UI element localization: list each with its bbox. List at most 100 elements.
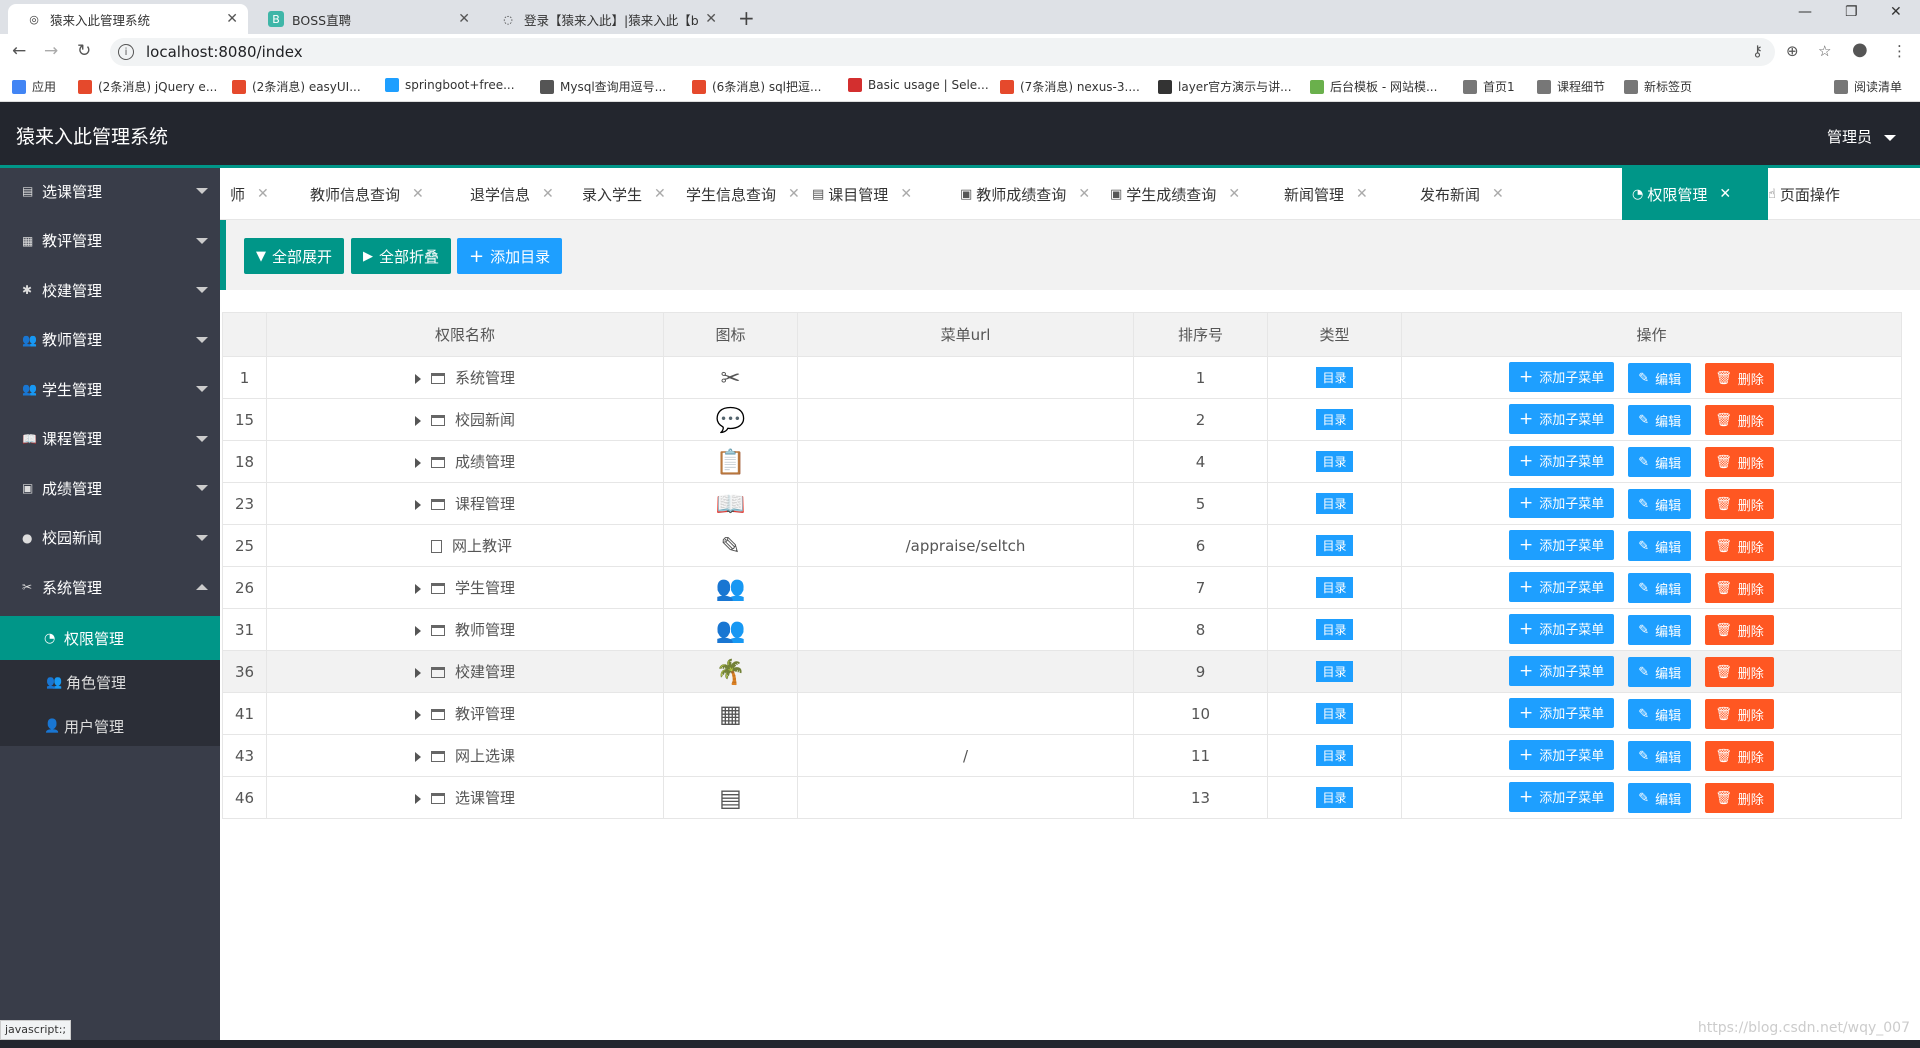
close-icon[interactable]: ✕ [705,11,717,27]
add-child-button[interactable]: + 添加子菜单 [1509,529,1615,560]
browser-tab[interactable]: B BOSS直聘 ✕ [250,4,480,34]
delete-button[interactable]: 🗑 删除 [1705,447,1774,478]
row-name-cell[interactable]: 校建管理 [266,650,664,693]
omnibox[interactable]: i localhost:8080/index [110,38,1775,66]
bookmark-item[interactable]: layer官方演示与讲... [1158,78,1292,95]
add-child-button[interactable]: + 添加子菜单 [1509,361,1615,392]
close-icon[interactable]: ✕ [1492,186,1504,202]
add-child-button[interactable]: + 添加子菜单 [1509,781,1615,812]
info-icon[interactable]: i [118,44,134,60]
bookmark-item[interactable]: springboot+free... [385,78,515,92]
menu-kebab-icon[interactable]: ⋮ [1892,42,1907,60]
bookmark-item[interactable]: Mysql查询用逗号... [540,78,666,95]
delete-button[interactable]: 🗑 删除 [1705,657,1774,688]
zoom-icon[interactable]: ⊕ [1786,42,1799,60]
close-icon[interactable]: ✕ [1356,186,1368,202]
edit-button[interactable]: ✎ 编辑 [1628,741,1692,772]
add-directory-button[interactable]: + 添加目录 [457,238,563,274]
restore-icon[interactable]: ❐ [1845,4,1858,20]
sidebar-subitem[interactable]: 👥 角色管理 [0,660,220,704]
delete-button[interactable]: 🗑 删除 [1705,615,1774,646]
bookmark-item[interactable]: Basic usage | Sele... [848,78,989,92]
close-icon[interactable]: ✕ [900,186,912,202]
bookmark-item[interactable]: 后台模板 - 网站模... [1310,78,1437,95]
edit-button[interactable]: ✎ 编辑 [1628,447,1692,478]
page-tab[interactable]: ▣ 教师成绩查询 ✕ [950,168,1100,220]
edit-button[interactable]: ✎ 编辑 [1628,573,1692,604]
row-name-cell[interactable]: 课程管理 [266,482,664,525]
close-icon[interactable]: ✕ [1078,186,1090,202]
edit-button[interactable]: ✎ 编辑 [1628,783,1692,814]
sidebar-subitem[interactable]: 👤 用户管理 [0,704,220,748]
delete-button[interactable]: 🗑 删除 [1705,489,1774,520]
edit-button[interactable]: ✎ 编辑 [1628,699,1692,730]
edit-button[interactable]: ✎ 编辑 [1628,489,1692,520]
row-name-cell[interactable]: 教评管理 [266,692,664,735]
bookmark-item[interactable]: 新标签页 [1624,78,1692,95]
bookmark-item[interactable]: 阅读清单 [1834,78,1902,95]
page-tab[interactable]: 发布新闻 ✕ [1410,168,1530,220]
sidebar-item[interactable]: ▦ 教评管理 [0,218,220,264]
close-icon[interactable]: ✕ [788,186,800,202]
delete-button[interactable]: 🗑 删除 [1705,363,1774,394]
reload-icon[interactable]: ↻ [77,41,91,61]
minimize-icon[interactable]: — [1798,4,1812,20]
bookmark-item[interactable]: (2条消息) easyUI... [232,78,361,95]
delete-button[interactable]: 🗑 删除 [1705,405,1774,436]
delete-button[interactable]: 🗑 删除 [1705,531,1774,562]
row-name-cell[interactable]: 网上教评 [266,524,664,567]
user-menu[interactable]: 管理员 [1827,126,1896,147]
expand-all-button[interactable]: ▼ 全部展开 [244,238,345,274]
page-tab[interactable]: 退学信息 ✕ [460,168,572,220]
key-icon[interactable]: ⚷ [1752,42,1763,60]
delete-button[interactable]: 🗑 删除 [1705,741,1774,772]
sidebar-item[interactable]: 👥 学生管理 [0,366,220,412]
edit-button[interactable]: ✎ 编辑 [1628,657,1692,688]
add-child-button[interactable]: + 添加子菜单 [1509,739,1615,770]
sidebar-subitem[interactable]: ◔ 权限管理 [0,616,220,660]
bookmark-item[interactable]: 应用 [12,78,56,95]
expand-arrow-icon[interactable] [415,499,421,510]
row-name-cell[interactable]: 教师管理 [266,608,664,651]
page-tab[interactable]: 新闻管理 ✕ [1274,168,1410,220]
edit-button[interactable]: ✎ 编辑 [1628,405,1692,436]
sidebar-item[interactable]: ▣ 成绩管理 [0,465,220,511]
back-icon[interactable]: ← [12,41,26,61]
close-icon[interactable]: ✕ [1228,186,1240,202]
sidebar-item[interactable]: ● 校园新闻 [0,515,220,561]
bookmark-item[interactable]: 首页1 [1463,78,1515,95]
expand-arrow-icon[interactable] [415,457,421,468]
page-tab[interactable]: ▣ 学生成绩查询 ✕ [1100,168,1274,220]
add-child-button[interactable]: + 添加子菜单 [1509,655,1615,686]
row-name-cell[interactable]: 网上选课 [266,734,664,777]
expand-arrow-icon[interactable] [415,583,421,594]
close-icon[interactable]: ✕ [542,186,554,202]
page-tab[interactable]: 学生信息查询 ✕ [676,168,802,220]
expand-arrow-icon[interactable] [415,625,421,636]
expand-arrow-icon[interactable] [415,667,421,678]
add-child-button[interactable]: + 添加子菜单 [1509,571,1615,602]
close-icon[interactable]: ✕ [458,11,470,27]
bookmark-item[interactable]: 课程细节 [1537,78,1605,95]
page-tab[interactable]: 教师信息查询 ✕ [300,168,460,220]
add-child-button[interactable]: + 添加子菜单 [1509,445,1615,476]
add-child-button[interactable]: + 添加子菜单 [1509,403,1615,434]
close-icon[interactable]: ✕ [1719,186,1731,202]
add-child-button[interactable]: + 添加子菜单 [1509,697,1615,728]
edit-button[interactable]: ✎ 编辑 [1628,531,1692,562]
browser-tab-active[interactable]: ◎ 猿来入此管理系统 ✕ [8,4,248,34]
collapse-all-button[interactable]: ▶ 全部折叠 [351,238,452,274]
new-tab-icon[interactable]: + [738,6,755,30]
sidebar-item[interactable]: 👥 教师管理 [0,317,220,363]
sidebar-item[interactable]: 📖 课程管理 [0,416,220,462]
row-name-cell[interactable]: 学生管理 [266,566,664,609]
close-window-icon[interactable]: ✕ [1890,4,1902,20]
page-tab[interactable]: ◔ 权限管理 ✕ [1622,168,1768,220]
sidebar-item[interactable]: ✂ 系统管理 [0,564,220,610]
star-icon[interactable]: ☆ [1818,42,1831,60]
expand-arrow-icon[interactable] [415,415,421,426]
expand-arrow-icon[interactable] [415,373,421,384]
add-child-button[interactable]: + 添加子菜单 [1509,613,1615,644]
forward-icon[interactable]: → [44,41,58,61]
bookmark-item[interactable]: (7条消息) nexus-3.... [1000,78,1140,95]
